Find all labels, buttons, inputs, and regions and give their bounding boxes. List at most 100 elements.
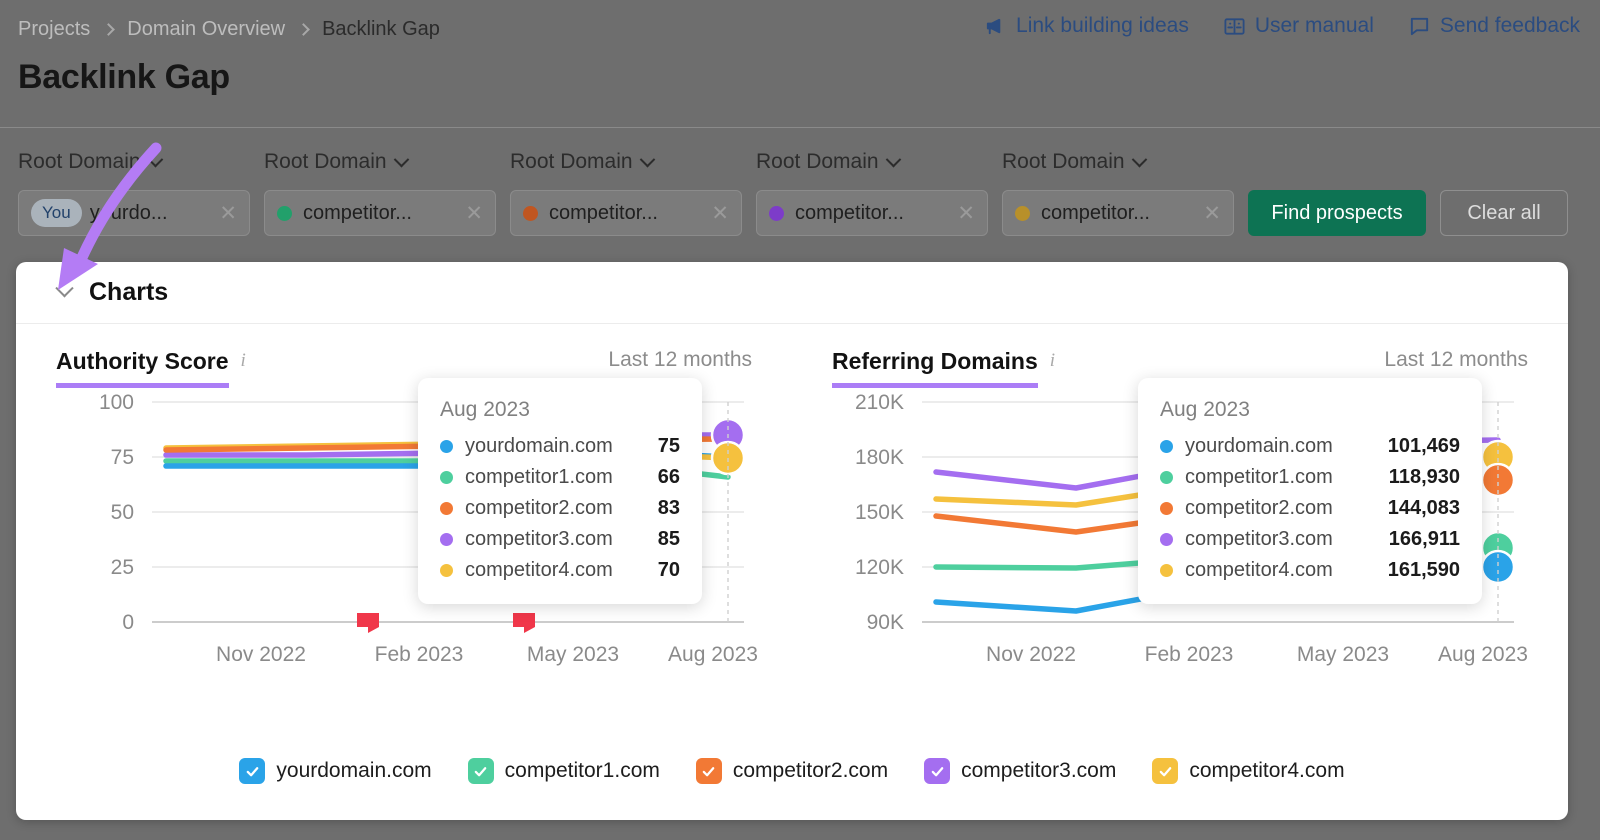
- tooltip-row: competitor2.com 83: [440, 493, 680, 524]
- close-icon[interactable]: ✕: [1203, 203, 1221, 224]
- tooltip-row: competitor1.com 118,930: [1160, 462, 1460, 493]
- user-manual-label: User manual: [1254, 14, 1374, 37]
- close-icon[interactable]: ✕: [957, 203, 975, 224]
- svg-text:150K: 150K: [855, 501, 904, 524]
- find-prospects-button[interactable]: Find prospects: [1248, 190, 1426, 236]
- chevron-down-icon: [885, 151, 901, 167]
- legend-item-competitor3[interactable]: competitor3.com: [924, 758, 1116, 784]
- breadcrumb-item-domain-overview[interactable]: Domain Overview: [127, 18, 285, 41]
- page-title: Backlink Gap: [18, 58, 230, 96]
- svg-text:Feb 2023: Feb 2023: [375, 643, 464, 666]
- series-dot: [440, 440, 453, 453]
- clear-all-button[interactable]: Clear all: [1440, 190, 1568, 236]
- tooltip-row: competitor4.com 70: [440, 555, 680, 586]
- checkbox-checked-icon[interactable]: [695, 758, 722, 784]
- tooltip-series-name: yourdomain.com: [465, 435, 613, 457]
- root-domain-label-3: Root Domain: [510, 150, 633, 173]
- svg-text:Nov 2022: Nov 2022: [986, 643, 1076, 666]
- info-icon[interactable]: i: [241, 350, 246, 372]
- chevron-down-icon: [393, 151, 409, 167]
- tooltip-series-name: competitor2.com: [465, 497, 613, 519]
- root-domain-selector-4[interactable]: Root Domain: [756, 150, 901, 174]
- series-dot: [1160, 440, 1173, 453]
- root-domain-label-1: Root Domain: [18, 150, 141, 173]
- user-manual-link[interactable]: User manual: [1223, 14, 1374, 38]
- legend-item-yourdomain[interactable]: yourdomain.com: [239, 758, 432, 784]
- series-dot: [1160, 471, 1173, 484]
- checkbox-checked-icon[interactable]: [239, 758, 266, 784]
- svg-text:Aug 2023: Aug 2023: [1438, 643, 1528, 666]
- close-icon[interactable]: ✕: [219, 203, 237, 224]
- tooltip-date: Aug 2023: [1160, 398, 1250, 421]
- tooltip-series-value: 70: [657, 559, 680, 581]
- top-links: Link building ideas User manual Send fee…: [984, 14, 1580, 38]
- checkbox-checked-icon[interactable]: [467, 758, 494, 784]
- referring-domains-plot: 210K 180K 150K 120K 90K Nov 2022 Feb 202…: [792, 378, 1568, 670]
- domain-chip-name: yourdo...: [89, 201, 168, 224]
- tooltip-series-value: 75: [657, 435, 680, 457]
- domain-chip-competitor4[interactable]: competitor... ✕: [1002, 190, 1234, 236]
- tooltip-row: competitor3.com 85: [440, 524, 680, 555]
- root-domain-selector-1[interactable]: Root Domain: [18, 150, 163, 174]
- series-dot: [440, 533, 453, 546]
- send-feedback-link[interactable]: Send feedback: [1408, 14, 1580, 38]
- tooltip-series-name: competitor3.com: [1185, 528, 1333, 550]
- domain-chip-competitor1[interactable]: competitor... ✕: [264, 190, 496, 236]
- domain-chip-name: competitor...: [549, 201, 658, 224]
- link-building-ideas-label: Link building ideas: [1016, 14, 1189, 37]
- svg-text:180K: 180K: [855, 446, 904, 469]
- legend-label: competitor3.com: [961, 759, 1117, 782]
- series-dot: [440, 502, 453, 515]
- charts-header: Charts: [16, 262, 1568, 324]
- tooltip-series-value: 66: [657, 466, 680, 488]
- referring-domains-period: Last 12 months: [1384, 348, 1528, 371]
- comment-icon: [1408, 15, 1431, 38]
- legend-label: competitor2.com: [732, 759, 889, 782]
- svg-text:25: 25: [111, 556, 134, 579]
- flag-marker: [357, 613, 379, 633]
- megaphone-icon: [984, 15, 1007, 38]
- checkbox-checked-icon[interactable]: [924, 758, 951, 784]
- chevron-right-icon: [297, 23, 310, 36]
- svg-text:0: 0: [122, 611, 134, 634]
- send-feedback-label: Send feedback: [1439, 14, 1580, 37]
- chevron-down-icon[interactable]: [55, 279, 74, 298]
- svg-text:May 2023: May 2023: [527, 643, 619, 666]
- domain-chip-competitor2[interactable]: competitor... ✕: [510, 190, 742, 236]
- svg-text:210K: 210K: [855, 391, 904, 414]
- root-domain-selector-3[interactable]: Root Domain: [510, 150, 655, 174]
- svg-text:90K: 90K: [867, 611, 904, 634]
- domain-chip-name: competitor...: [303, 201, 412, 224]
- root-domain-selector-5[interactable]: Root Domain: [1002, 150, 1147, 174]
- chevron-down-icon: [1131, 151, 1147, 167]
- svg-text:50: 50: [111, 501, 134, 524]
- tooltip-series-name: competitor1.com: [465, 466, 613, 488]
- svg-text:May 2023: May 2023: [1297, 643, 1389, 666]
- domain-chip-yourdomain[interactable]: You yourdo... ✕: [18, 190, 250, 236]
- legend-item-competitor1[interactable]: competitor1.com: [467, 758, 660, 784]
- close-icon[interactable]: ✕: [465, 203, 483, 224]
- chevron-down-icon: [639, 151, 655, 167]
- tooltip-series-value: 83: [657, 497, 680, 519]
- domain-chip-competitor3[interactable]: competitor... ✕: [756, 190, 988, 236]
- tooltip-series-name: competitor3.com: [465, 528, 613, 550]
- root-domain-selectors: Root Domain Root Domain Root Domain Root…: [0, 150, 1600, 180]
- close-icon[interactable]: ✕: [711, 203, 729, 224]
- svg-text:120K: 120K: [855, 556, 904, 579]
- domain-color-dot: [769, 205, 784, 221]
- domain-chip-row: You yourdo... ✕ competitor... ✕ competit…: [0, 190, 1600, 236]
- info-icon[interactable]: i: [1050, 350, 1055, 372]
- domain-color-dot: [1015, 205, 1030, 221]
- root-domain-label-5: Root Domain: [1002, 150, 1125, 173]
- authority-score-plot: 100 75 50 25 0 Nov 2022 Feb 2023 May 202…: [16, 378, 792, 670]
- legend-item-competitor4[interactable]: competitor4.com: [1152, 758, 1345, 784]
- root-domain-selector-2[interactable]: Root Domain: [264, 150, 409, 174]
- book-icon: [1223, 15, 1246, 38]
- breadcrumb-item-projects[interactable]: Projects: [18, 18, 90, 41]
- checkbox-checked-icon[interactable]: [1152, 758, 1179, 784]
- tooltip-row: competitor4.com 161,590: [1160, 555, 1460, 586]
- link-building-ideas-link[interactable]: Link building ideas: [984, 14, 1189, 38]
- domain-color-dot: [523, 205, 538, 221]
- tooltip-date: Aug 2023: [440, 398, 530, 421]
- legend-item-competitor2[interactable]: competitor2.com: [695, 758, 889, 784]
